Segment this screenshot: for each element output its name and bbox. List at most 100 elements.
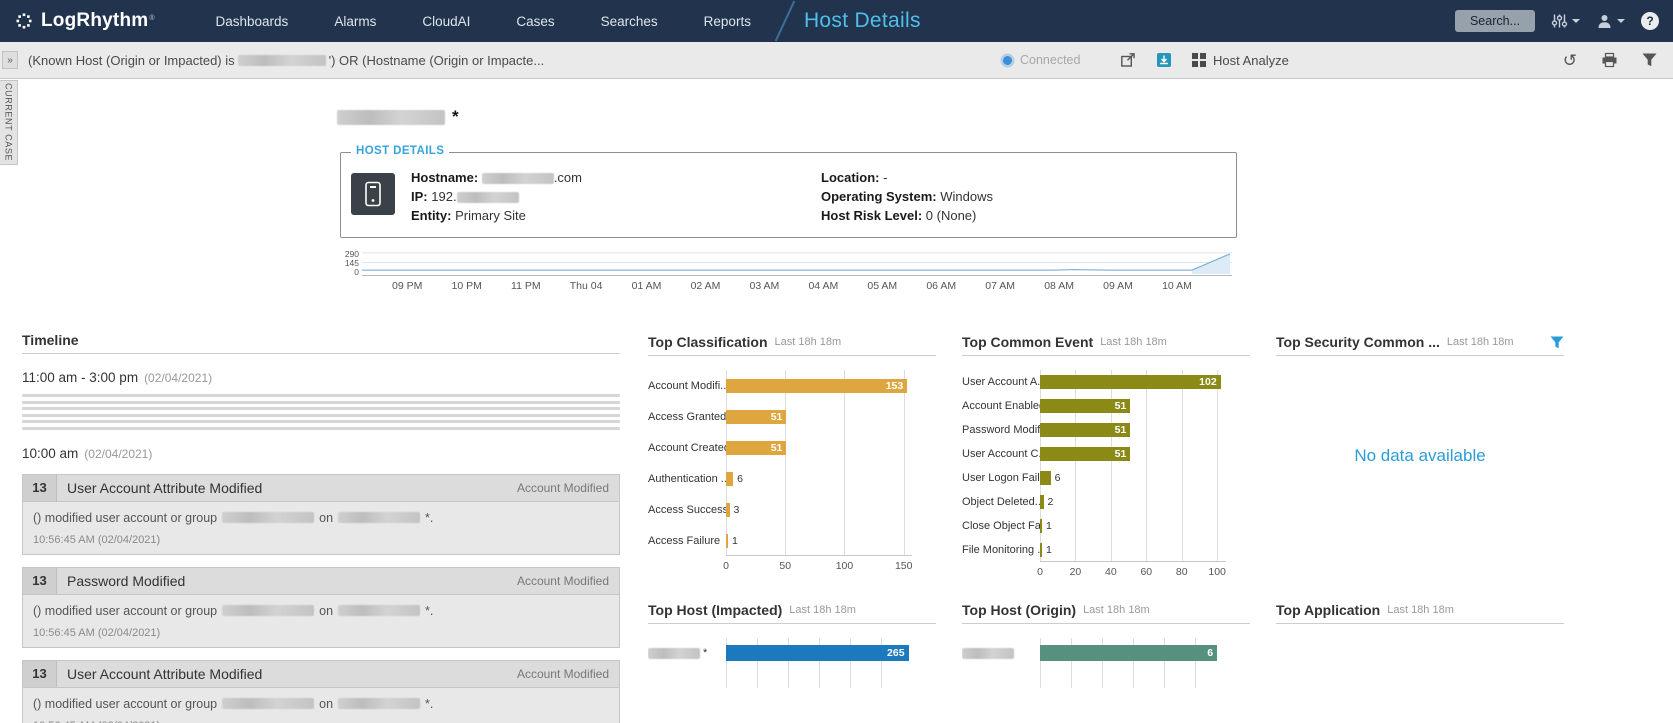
bar[interactable]: 51 (1040, 423, 1130, 437)
collapsed-event-line (22, 420, 620, 423)
chart-category-label: Access Granted (648, 401, 726, 432)
bar-row: 51 (1040, 394, 1226, 418)
collapsed-events[interactable] (22, 394, 620, 430)
bar[interactable]: 6 (1040, 645, 1217, 661)
event-description-suffix: *. (425, 697, 433, 711)
timeline-event-card[interactable]: 13User Account Attribute ModifiedAccount… (22, 660, 620, 723)
bar[interactable]: 6 (726, 472, 733, 486)
nav-searches[interactable]: Searches (578, 0, 681, 42)
host-analyze-label: Host Analyze (1213, 53, 1289, 68)
timeline-event-card[interactable]: 13Password ModifiedAccount Modified() mo… (22, 567, 620, 648)
event-card-header: 13User Account Attribute ModifiedAccount… (23, 661, 619, 688)
host-details-box: HOST DETAILS Hostname: .com IP: 192. Ent… (340, 152, 1237, 238)
x-tick-label: 08 AM (1044, 280, 1074, 292)
logrhythm-logo[interactable]: LogRhythm® (0, 10, 155, 32)
chart-category-label: Account Enabled (962, 394, 1040, 418)
bar[interactable]: 1 (1040, 519, 1042, 533)
bar-row: 1 (1040, 538, 1226, 562)
bar[interactable]: 1 (726, 534, 728, 548)
chart-category-label: User Account A... (962, 370, 1040, 394)
chart-plot: 102 51 51 51 6 2 1 1 (1040, 370, 1226, 562)
sparkline-y-axis: 2901450 (338, 250, 362, 276)
panel-period: Last 18h 18m (1083, 604, 1150, 616)
event-title: User Account Attribute Modified (57, 480, 262, 496)
current-case-expand-icon[interactable]: » (2, 51, 18, 69)
panel-timeline: Timeline 11:00 am - 3:00 pm(02/04/2021) … (22, 332, 620, 723)
display-settings-control[interactable] (1551, 13, 1580, 29)
bar[interactable]: 102 (1040, 375, 1221, 389)
timeline-group-collapsed[interactable]: 11:00 am - 3:00 pm(02/04/2021) (22, 370, 620, 385)
nav-dashboards[interactable]: Dashboards (193, 0, 312, 42)
page-title-group: Host Details (774, 0, 921, 42)
bar[interactable]: 2 (1040, 495, 1044, 509)
connected-label: Connected (1020, 53, 1080, 67)
current-case-tab[interactable]: CURRENT CASE (0, 80, 18, 165)
bar[interactable]: 3 (726, 503, 730, 517)
current-case-label: CURRENT CASE (4, 83, 14, 161)
toolbar-right-icons: ↺ (1563, 42, 1657, 78)
connected-dot-icon (1003, 56, 1012, 65)
panel-period: Last 18h 18m (775, 336, 842, 348)
timeline-event-card[interactable]: 13User Account Attribute ModifiedAccount… (22, 474, 620, 555)
search-button[interactable]: Search... (1455, 10, 1535, 32)
event-description: () modified user account or groupon*. (33, 604, 609, 618)
bar[interactable]: 51 (1040, 399, 1130, 413)
timeline-group-10am[interactable]: 10:00 am(02/04/2021) (22, 446, 620, 461)
chart-category-label (962, 638, 1040, 668)
open-in-new-icon[interactable] (1120, 52, 1136, 68)
chart-category-label: * (648, 638, 726, 668)
app: LogRhythm® Dashboards Alarms CloudAI Cas… (0, 0, 1673, 723)
event-category: Account Modified (517, 481, 619, 495)
nav-cases[interactable]: Cases (493, 0, 577, 42)
user-menu[interactable] (1596, 13, 1625, 29)
bar[interactable]: 51 (726, 441, 786, 455)
bar[interactable]: 51 (1040, 447, 1130, 461)
event-description: () modified user account or groupon*. (33, 697, 609, 711)
event-description-mid: on (319, 604, 333, 618)
x-tick-label: 05 AM (867, 280, 897, 292)
host-analyze-button[interactable]: Host Analyze (1192, 53, 1289, 68)
print-icon[interactable] (1601, 52, 1618, 68)
bar-value-label: 51 (1115, 424, 1127, 436)
collapsed-event-line (22, 394, 620, 397)
help-icon[interactable]: ? (1641, 12, 1659, 30)
search-filter-text[interactable]: (Known Host (Origin or Impacted) is ') O… (28, 42, 544, 78)
nav-alarms[interactable]: Alarms (311, 0, 399, 42)
chevron-down-icon (1572, 19, 1580, 23)
undo-icon[interactable]: ↺ (1563, 52, 1577, 69)
chart-plot: 153 51 51 6 3 1 (726, 370, 912, 556)
redacted-text (338, 605, 420, 616)
bar[interactable]: 265 (726, 645, 909, 661)
location-label: Location: (821, 170, 880, 185)
nav-reports[interactable]: Reports (681, 0, 774, 42)
y-tick-label: 290 (345, 250, 359, 258)
filter-prefix: (Known Host (Origin or Impacted) is (28, 53, 235, 68)
nav-cloudai[interactable]: CloudAI (399, 0, 493, 42)
event-description-mid: on (319, 511, 333, 525)
bar[interactable]: 153 (726, 379, 907, 393)
x-tick-label: 09 AM (1103, 280, 1133, 292)
x-tick-label: Thu 04 (570, 280, 603, 292)
save-search-icon[interactable] (1156, 52, 1172, 68)
sparkline-plot[interactable] (362, 250, 1232, 276)
redacted-text (648, 648, 700, 659)
bar[interactable]: 1 (1040, 543, 1042, 557)
event-description: () modified user account or groupon*. (33, 511, 609, 525)
redacted-text (962, 648, 1014, 659)
panel-filter-icon[interactable] (1550, 336, 1564, 349)
hostname-label: Hostname: (411, 170, 478, 185)
chart-labels: Account Modifi...Access GrantedAccount C… (648, 370, 726, 556)
x-tick-label: 100 (1208, 566, 1226, 578)
x-tick-label: 10 PM (452, 280, 482, 292)
bar[interactable]: 51 (726, 410, 786, 424)
panel-top-application: Top Application Last 18h 18m (1276, 602, 1564, 624)
entity-label: Entity: (411, 208, 451, 223)
filter-icon[interactable] (1642, 53, 1657, 67)
bar[interactable]: 6 (1040, 471, 1051, 485)
panel-top-common-event: Top Common Event Last 18h 18m User Accou… (962, 334, 1250, 580)
top-navbar: LogRhythm® Dashboards Alarms CloudAI Cas… (0, 0, 1673, 42)
navbar-right-controls: Search... ? (1455, 0, 1659, 42)
event-timestamp: 10:56:45 AM (02/04/2021) (33, 627, 609, 639)
timeline-cards: 13User Account Attribute ModifiedAccount… (22, 474, 620, 723)
x-tick-label: 04 AM (808, 280, 838, 292)
